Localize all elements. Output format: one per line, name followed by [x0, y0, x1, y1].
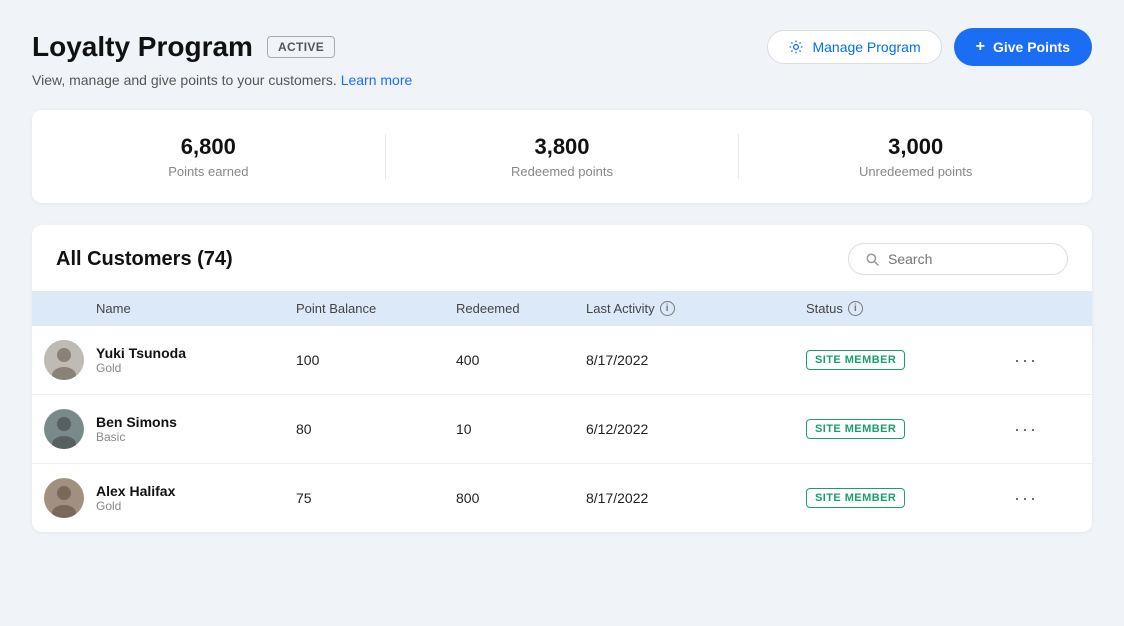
customers-section: All Customers (74) Name Point Balance Re… [32, 225, 1092, 532]
avatar [32, 409, 96, 449]
customers-title: All Customers (74) [56, 248, 233, 271]
status-cell: SITE MEMBER [806, 488, 1006, 508]
col-status: Status i [806, 301, 1006, 316]
status-badge: SITE MEMBER [806, 419, 905, 439]
redeemed-cell: 800 [456, 490, 586, 506]
points-earned-label: Points earned [168, 164, 248, 179]
search-icon [865, 252, 880, 267]
points-earned-value: 6,800 [181, 134, 236, 160]
point-balance-cell: 100 [296, 352, 456, 368]
manage-program-button[interactable]: Manage Program [767, 30, 941, 64]
col-point-balance: Point Balance [296, 301, 456, 316]
stat-redeemed-points: 3,800 Redeemed points [386, 134, 740, 179]
last-activity-info-icon: i [660, 301, 675, 316]
table-row: Yuki Tsunoda Gold 100 400 8/17/2022 SITE… [32, 326, 1092, 395]
gear-icon [788, 39, 804, 55]
more-button[interactable]: ··· [1006, 488, 1046, 509]
manage-program-label: Manage Program [812, 39, 920, 55]
unredeemed-points-label: Unredeemed points [859, 164, 972, 179]
customer-name-cell: Ben Simons Basic [96, 414, 296, 445]
more-actions-cell[interactable]: ··· [1006, 419, 1066, 440]
redeemed-points-label: Redeemed points [511, 164, 613, 179]
customer-name-cell: Yuki Tsunoda Gold [96, 345, 296, 376]
redeemed-points-value: 3,800 [534, 134, 589, 160]
status-cell: SITE MEMBER [806, 419, 1006, 439]
point-balance-cell: 75 [296, 490, 456, 506]
col-last-activity: Last Activity i [586, 301, 806, 316]
stats-card: 6,800 Points earned 3,800 Redeemed point… [32, 110, 1092, 203]
last-activity-cell: 6/12/2022 [586, 421, 806, 437]
redeemed-cell: 10 [456, 421, 586, 437]
stat-points-earned: 6,800 Points earned [32, 134, 386, 179]
unredeemed-points-value: 3,000 [888, 134, 943, 160]
more-actions-cell[interactable]: ··· [1006, 488, 1066, 509]
give-points-button[interactable]: + Give Points [954, 28, 1092, 66]
learn-more-link[interactable]: Learn more [341, 72, 413, 88]
table-row: Ben Simons Basic 80 10 6/12/2022 SITE ME… [32, 395, 1092, 464]
redeemed-cell: 400 [456, 352, 586, 368]
page-header: Loyalty Program ACTIVE Manage Program + … [32, 28, 1092, 66]
search-box[interactable] [848, 243, 1068, 275]
stat-unredeemed-points: 3,000 Unredeemed points [739, 134, 1092, 179]
more-button[interactable]: ··· [1006, 350, 1046, 371]
plus-icon: + [976, 38, 985, 56]
col-actions [1006, 301, 1066, 316]
subtitle: View, manage and give points to your cus… [32, 72, 1092, 88]
active-badge: ACTIVE [267, 36, 335, 58]
search-input[interactable] [888, 251, 1051, 267]
point-balance-cell: 80 [296, 421, 456, 437]
table-header: Name Point Balance Redeemed Last Activit… [32, 291, 1092, 326]
customers-header: All Customers (74) [32, 225, 1092, 291]
page-title: Loyalty Program [32, 31, 253, 63]
avatar [32, 340, 96, 380]
more-button[interactable]: ··· [1006, 419, 1046, 440]
status-badge: SITE MEMBER [806, 488, 905, 508]
give-points-label: Give Points [993, 39, 1070, 55]
col-name: Name [96, 301, 296, 316]
customer-name-cell: Alex Halifax Gold [96, 483, 296, 514]
status-badge: SITE MEMBER [806, 350, 905, 370]
col-avatar [32, 301, 96, 316]
header-right: Manage Program + Give Points [767, 28, 1092, 66]
header-left: Loyalty Program ACTIVE [32, 31, 335, 63]
avatar [32, 478, 96, 518]
last-activity-cell: 8/17/2022 [586, 490, 806, 506]
more-actions-cell[interactable]: ··· [1006, 350, 1066, 371]
table-row: Alex Halifax Gold 75 800 8/17/2022 SITE … [32, 464, 1092, 532]
status-cell: SITE MEMBER [806, 350, 1006, 370]
status-info-icon: i [848, 301, 863, 316]
col-redeemed: Redeemed [456, 301, 586, 316]
last-activity-cell: 8/17/2022 [586, 352, 806, 368]
